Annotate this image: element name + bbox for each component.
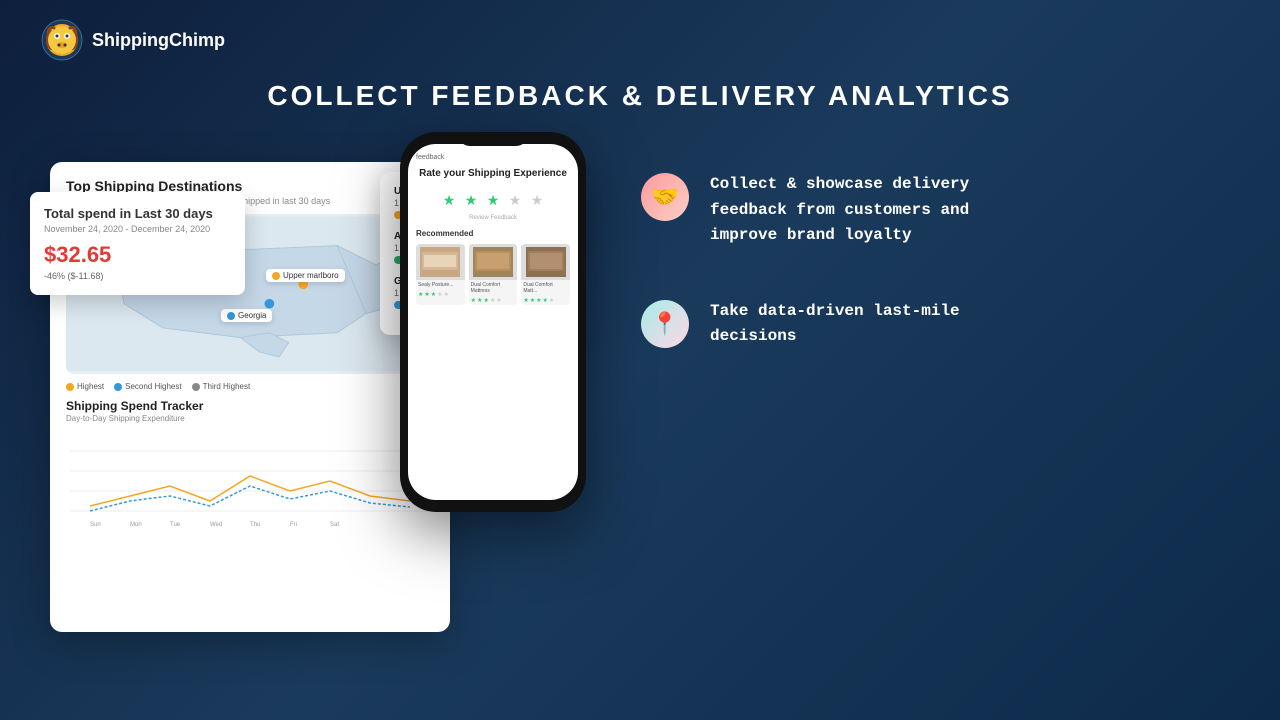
tracker-title: Shipping Spend Tracker	[66, 399, 434, 413]
georgia-label: Georgia	[238, 311, 266, 320]
spend-card-title: Total spend in Last 30 days	[44, 206, 231, 221]
legend-third-dot	[192, 383, 200, 391]
dest-legend: Highest Second Highest Third Highest	[66, 382, 434, 391]
map-label-upper-marlboro: Upper marlboro	[266, 269, 345, 282]
legend-highest: Highest	[66, 382, 104, 391]
svg-text:Fri: Fri	[290, 522, 297, 528]
features-area: 🤝 Collect & showcase deliveryfeedback fr…	[580, 142, 1240, 400]
legend-highest-label: Highest	[77, 382, 104, 391]
product-title-1: Sealy Posture...	[416, 280, 465, 290]
chart-svg: Sun Mon Tue Wed Thu Fri Sat	[66, 431, 434, 531]
svg-text:Tue: Tue	[170, 522, 181, 528]
feedback-label: feedback	[416, 154, 570, 161]
location-icon-circle: 📍	[641, 300, 689, 348]
star-1: ★	[440, 191, 458, 209]
dashboard-area: Total spend in Last 30 days November 24,…	[40, 142, 580, 672]
stars-row: ★ ★ ★ ★ ★	[416, 191, 570, 209]
product-img-svg-2	[473, 247, 513, 277]
phone-outer: feedback Rate your Shipping Experience ★…	[400, 132, 586, 512]
legend-second: Second Highest	[114, 382, 181, 391]
feature-item-2: 📍 Take data-driven last-miledecisions	[640, 299, 1240, 350]
feature-icon-2: 📍	[640, 299, 690, 349]
logo-icon	[40, 18, 84, 62]
feature-icon-1: 🤝	[640, 172, 690, 222]
product-card-2: Dual Comfort Mattress ★ ★ ★ ★ ★	[469, 244, 518, 305]
svg-text:Thu: Thu	[250, 522, 260, 528]
spend-card: Total spend in Last 30 days November 24,…	[30, 192, 245, 295]
feedback-icon-circle: 🤝	[641, 173, 689, 221]
star-3: ★	[484, 191, 502, 209]
spend-card-change: -46% ($-11.68)	[44, 271, 231, 281]
product-img-1	[416, 244, 465, 280]
upper-marlboro-dot	[272, 272, 280, 280]
recommended-label: Recommended	[416, 229, 570, 238]
product-stars-2: ★ ★ ★ ★ ★	[469, 296, 518, 305]
legend-second-label: Second Highest	[125, 382, 181, 391]
review-text: Review Feedback	[416, 215, 570, 221]
spend-card-amount: $32.65	[44, 242, 231, 268]
phone-notch	[458, 132, 528, 146]
product-stars-3: ★ ★ ★ ★ ★	[521, 296, 570, 305]
phone-screen: feedback Rate your Shipping Experience ★…	[408, 144, 578, 500]
product-card-3: Dual Comfort Matt... ★ ★ ★ ★ ★	[521, 244, 570, 305]
svg-text:Mon: Mon	[130, 522, 142, 528]
header: ShippingChimp	[0, 0, 1280, 80]
georgia-dot	[227, 312, 235, 320]
upper-marlboro-label: Upper marlboro	[283, 271, 339, 280]
feature-text-2: Take data-driven last-miledecisions	[710, 299, 960, 350]
product-img-3	[521, 244, 570, 280]
product-img-svg-3	[526, 247, 566, 277]
chart-area: Sun Mon Tue Wed Thu Fri Sat	[66, 431, 434, 531]
content-area: Total spend in Last 30 days November 24,…	[0, 142, 1280, 672]
destinations-section: Highest Second Highest Third Highest Shi…	[66, 382, 434, 531]
spend-card-date: November 24, 2020 - December 24, 2020	[44, 224, 231, 234]
star-4: ★	[506, 191, 524, 209]
star-2: ★	[462, 191, 480, 209]
products-row: Sealy Posture... ★ ★ ★ ★ ★	[416, 244, 570, 305]
legend-third: Third Highest	[192, 382, 251, 391]
legend-third-label: Third Highest	[203, 382, 251, 391]
tracker-subtitle: Day-to-Day Shipping Expenditure	[66, 414, 434, 423]
svg-text:Wed: Wed	[210, 522, 222, 528]
page-title: COLLECT FEEDBACK & DELIVERY ANALYTICS	[0, 80, 1280, 112]
feedback-rate-title: Rate your Shipping Experience	[416, 167, 570, 181]
feature-item-1: 🤝 Collect & showcase deliveryfeedback fr…	[640, 172, 1240, 249]
star-5: ★	[528, 191, 546, 209]
product-stars-1: ★ ★ ★ ★ ★	[416, 290, 465, 299]
map-label-georgia: Georgia	[221, 309, 272, 322]
feature-text-1: Collect & showcase deliveryfeedback from…	[710, 172, 969, 249]
svg-text:Sun: Sun	[90, 522, 101, 528]
svg-text:Sat: Sat	[330, 522, 339, 528]
phone-content: feedback Rate your Shipping Experience ★…	[408, 144, 578, 309]
product-title-3: Dual Comfort Matt...	[521, 280, 570, 296]
product-img-svg-1	[420, 247, 460, 277]
legend-highest-dot	[66, 383, 74, 391]
logo-text: ShippingChimp	[92, 30, 225, 51]
legend-second-dot	[114, 383, 122, 391]
product-title-2: Dual Comfort Mattress	[469, 280, 518, 296]
product-card-1: Sealy Posture... ★ ★ ★ ★ ★	[416, 244, 465, 305]
product-img-2	[469, 244, 518, 280]
logo-container: ShippingChimp	[40, 18, 225, 62]
phone-mockup: feedback Rate your Shipping Experience ★…	[400, 132, 586, 512]
